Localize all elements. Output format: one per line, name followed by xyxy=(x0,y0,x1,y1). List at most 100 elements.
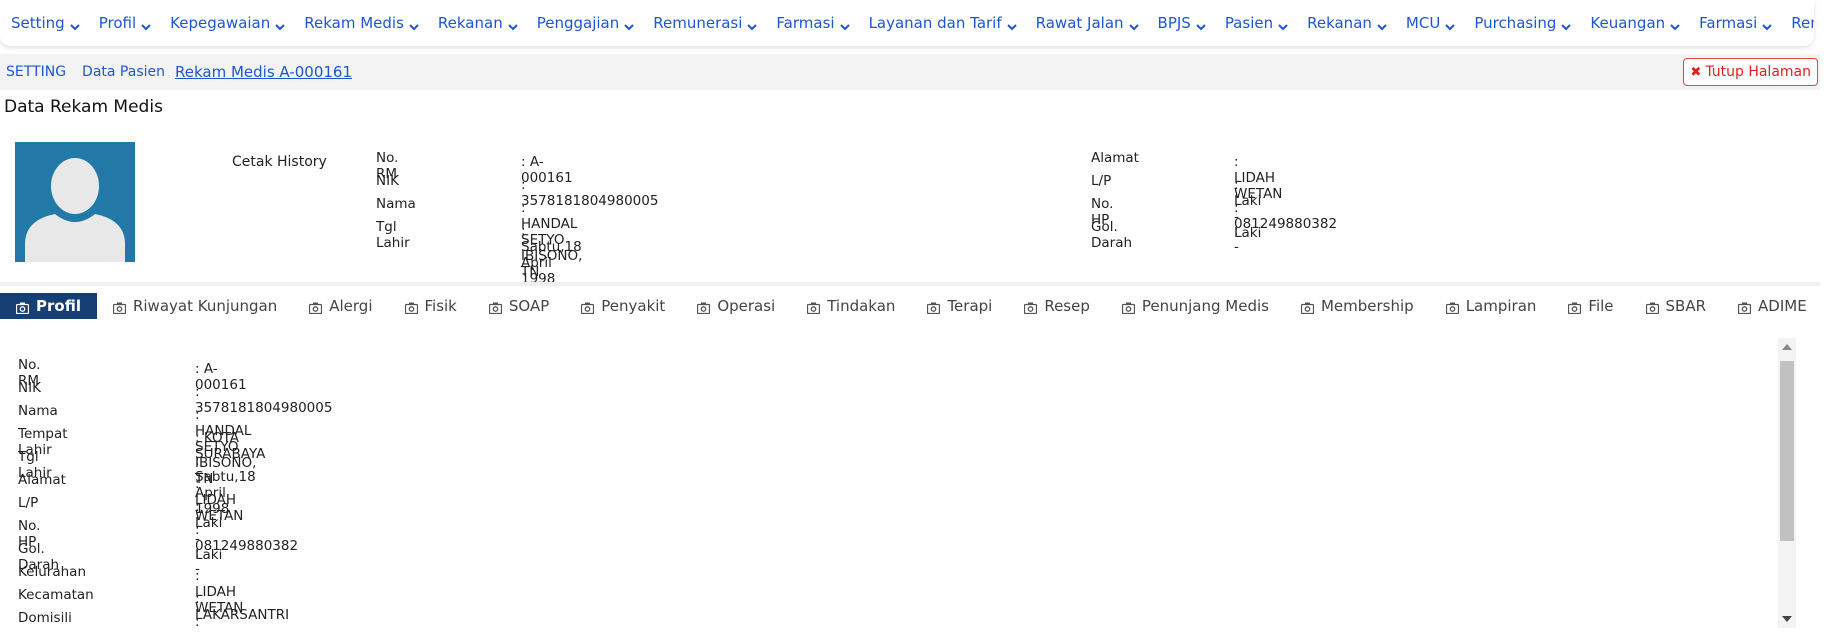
camera-icon xyxy=(15,300,30,315)
tab-operasi[interactable]: Operasi xyxy=(681,293,791,319)
divider xyxy=(0,282,1820,286)
field-label: Domisili xyxy=(18,610,72,626)
field-value: : Sabtu,18 April 1998 xyxy=(521,223,582,287)
camera-icon xyxy=(581,300,595,315)
chevron-down-icon xyxy=(1006,18,1017,31)
camera-icon xyxy=(404,300,418,315)
tab-membership[interactable]: Membership xyxy=(1285,293,1430,319)
nav-item-farmasi[interactable]: Farmasi xyxy=(1699,14,1773,32)
chevron-down-icon xyxy=(409,18,419,31)
close-icon: ✖ xyxy=(1690,64,1702,80)
chevron-down-icon xyxy=(508,18,518,31)
scroll-thumb[interactable] xyxy=(1780,361,1794,541)
nav-item-profil[interactable]: Profil xyxy=(99,14,151,32)
tab-soap[interactable]: SOAP xyxy=(473,293,565,319)
breadcrumb-item-data-pasien[interactable]: Data Pasien xyxy=(82,64,165,80)
field-label: Gol. Darah xyxy=(1091,219,1133,251)
scroll-up-button[interactable] xyxy=(1782,344,1792,350)
tab-label: Tindakan xyxy=(827,297,896,315)
tab-file[interactable]: File xyxy=(1552,293,1629,319)
chevron-down-icon xyxy=(1561,18,1572,31)
field-label: Kecamatan xyxy=(18,587,94,603)
close-page-button[interactable]: ✖ Tutup Halaman xyxy=(1683,58,1818,86)
nav-item-kepegawaian[interactable]: Kepegawaian xyxy=(170,14,285,32)
tab-resep[interactable]: Resep xyxy=(1008,293,1106,319)
field-label: NIK xyxy=(376,173,399,189)
nav-item-rekanan[interactable]: Rekanan xyxy=(1307,14,1387,32)
tab-riwayat-kunjungan[interactable]: Riwayat Kunjungan xyxy=(97,293,293,319)
nav-item-label: BPJS xyxy=(1157,14,1191,32)
field-label: L/P xyxy=(1091,173,1112,189)
camera-icon xyxy=(112,300,127,315)
camera-icon xyxy=(1121,300,1136,315)
tab-label: Operasi xyxy=(717,297,776,315)
tab-terapi[interactable]: Terapi xyxy=(911,293,1008,319)
tab-penyakit[interactable]: Penyakit xyxy=(565,293,681,319)
nav-item-purchasing[interactable]: Purchasing xyxy=(1474,14,1572,32)
chevron-down-icon xyxy=(1196,18,1206,31)
camera-icon xyxy=(927,300,941,315)
chevron-down-icon xyxy=(70,18,80,31)
breadcrumb: SETTING Data Pasien Rekam Medis A-000161… xyxy=(0,54,1820,90)
print-history-link[interactable]: Cetak History xyxy=(232,154,327,170)
chevron-down-icon xyxy=(624,18,634,31)
nav-item-pasien[interactable]: Pasien xyxy=(1225,14,1288,32)
field-value: : 081249880382 xyxy=(1234,200,1338,232)
nav-item-label: Setting xyxy=(11,14,65,32)
field-label: Nama xyxy=(18,403,58,419)
nav-item-setting[interactable]: Setting xyxy=(11,14,80,32)
camera-icon xyxy=(1568,300,1582,315)
field-label: L/P xyxy=(18,495,39,511)
breadcrumb-item-setting[interactable]: SETTING xyxy=(6,64,66,80)
tab-label: SOAP xyxy=(508,297,550,315)
nav-item-remunerasi[interactable]: Remunerasi xyxy=(653,14,758,32)
nav-item-label: Layanan dan Tarif xyxy=(868,14,1002,32)
tab-label: SBAR xyxy=(1665,297,1707,315)
nav-item-bpjs[interactable]: BPJS xyxy=(1158,14,1206,32)
scrollbar[interactable] xyxy=(1778,338,1796,628)
nav-item-rekanan[interactable]: Rekanan xyxy=(438,14,518,32)
nav-item-label: Farmasi xyxy=(1699,14,1758,32)
scroll-down-button[interactable] xyxy=(1782,616,1792,622)
tab-label: Terapi xyxy=(947,297,993,315)
chevron-down-icon xyxy=(1762,18,1773,31)
nav-item-rawat-jalan[interactable]: Rawat Jalan xyxy=(1036,14,1139,32)
nav-item-keuangan[interactable]: Keuangan xyxy=(1590,14,1680,32)
nav-item-label: Rekanan xyxy=(437,14,503,32)
camera-icon xyxy=(1645,300,1659,315)
chevron-down-icon xyxy=(839,18,850,31)
tab-alergi[interactable]: Alergi xyxy=(293,293,388,319)
nav-item-label: Rekanan xyxy=(1307,14,1372,32)
field-label: Kelurahan xyxy=(18,564,87,580)
tab-lampiran[interactable]: Lampiran xyxy=(1430,293,1553,319)
chevron-down-icon xyxy=(1278,18,1288,31)
camera-icon xyxy=(1737,300,1752,315)
camera-icon xyxy=(309,300,323,315)
nav-item-mcu[interactable]: MCU xyxy=(1405,14,1456,32)
camera-icon xyxy=(1300,300,1315,315)
breadcrumb-item-active[interactable]: Rekam Medis A-000161 xyxy=(175,63,352,81)
tab-penunjang-medis[interactable]: Penunjang Medis xyxy=(1106,293,1285,319)
nav-item-rekam-medis[interactable]: Rekam Medis xyxy=(304,14,419,32)
tab-label: Membership xyxy=(1320,297,1414,315)
nav-item-label: Kepegawaian xyxy=(170,14,271,32)
tab-sbar[interactable]: SBAR xyxy=(1630,293,1723,319)
tab-tindakan[interactable]: Tindakan xyxy=(791,293,911,319)
tab-profil[interactable]: Profil xyxy=(0,293,97,319)
camera-icon xyxy=(697,300,711,315)
nav-item-label: MCU xyxy=(1405,14,1441,32)
camera-icon xyxy=(488,300,503,315)
nav-item-label: Rekam Medis xyxy=(304,14,404,32)
tab-label: Penyakit xyxy=(601,297,666,315)
chevron-down-icon xyxy=(1128,18,1139,31)
nav-item-layanan-dan-tarif[interactable]: Layanan dan Tarif xyxy=(869,14,1017,32)
nav-item-remunerasi[interactable]: Remunerasi xyxy=(1791,14,1814,32)
field-value: : - xyxy=(1234,223,1239,255)
tab-adime[interactable]: ADIME xyxy=(1722,293,1823,319)
nav-item-farmasi[interactable]: Farmasi xyxy=(776,14,850,32)
nav-item-label: Penggajian xyxy=(536,14,620,32)
tab-fisik[interactable]: Fisik xyxy=(389,293,473,319)
nav-item-penggajian[interactable]: Penggajian xyxy=(537,14,635,32)
nav-item-label: Rawat Jalan xyxy=(1035,14,1124,32)
camera-icon xyxy=(1024,300,1038,315)
